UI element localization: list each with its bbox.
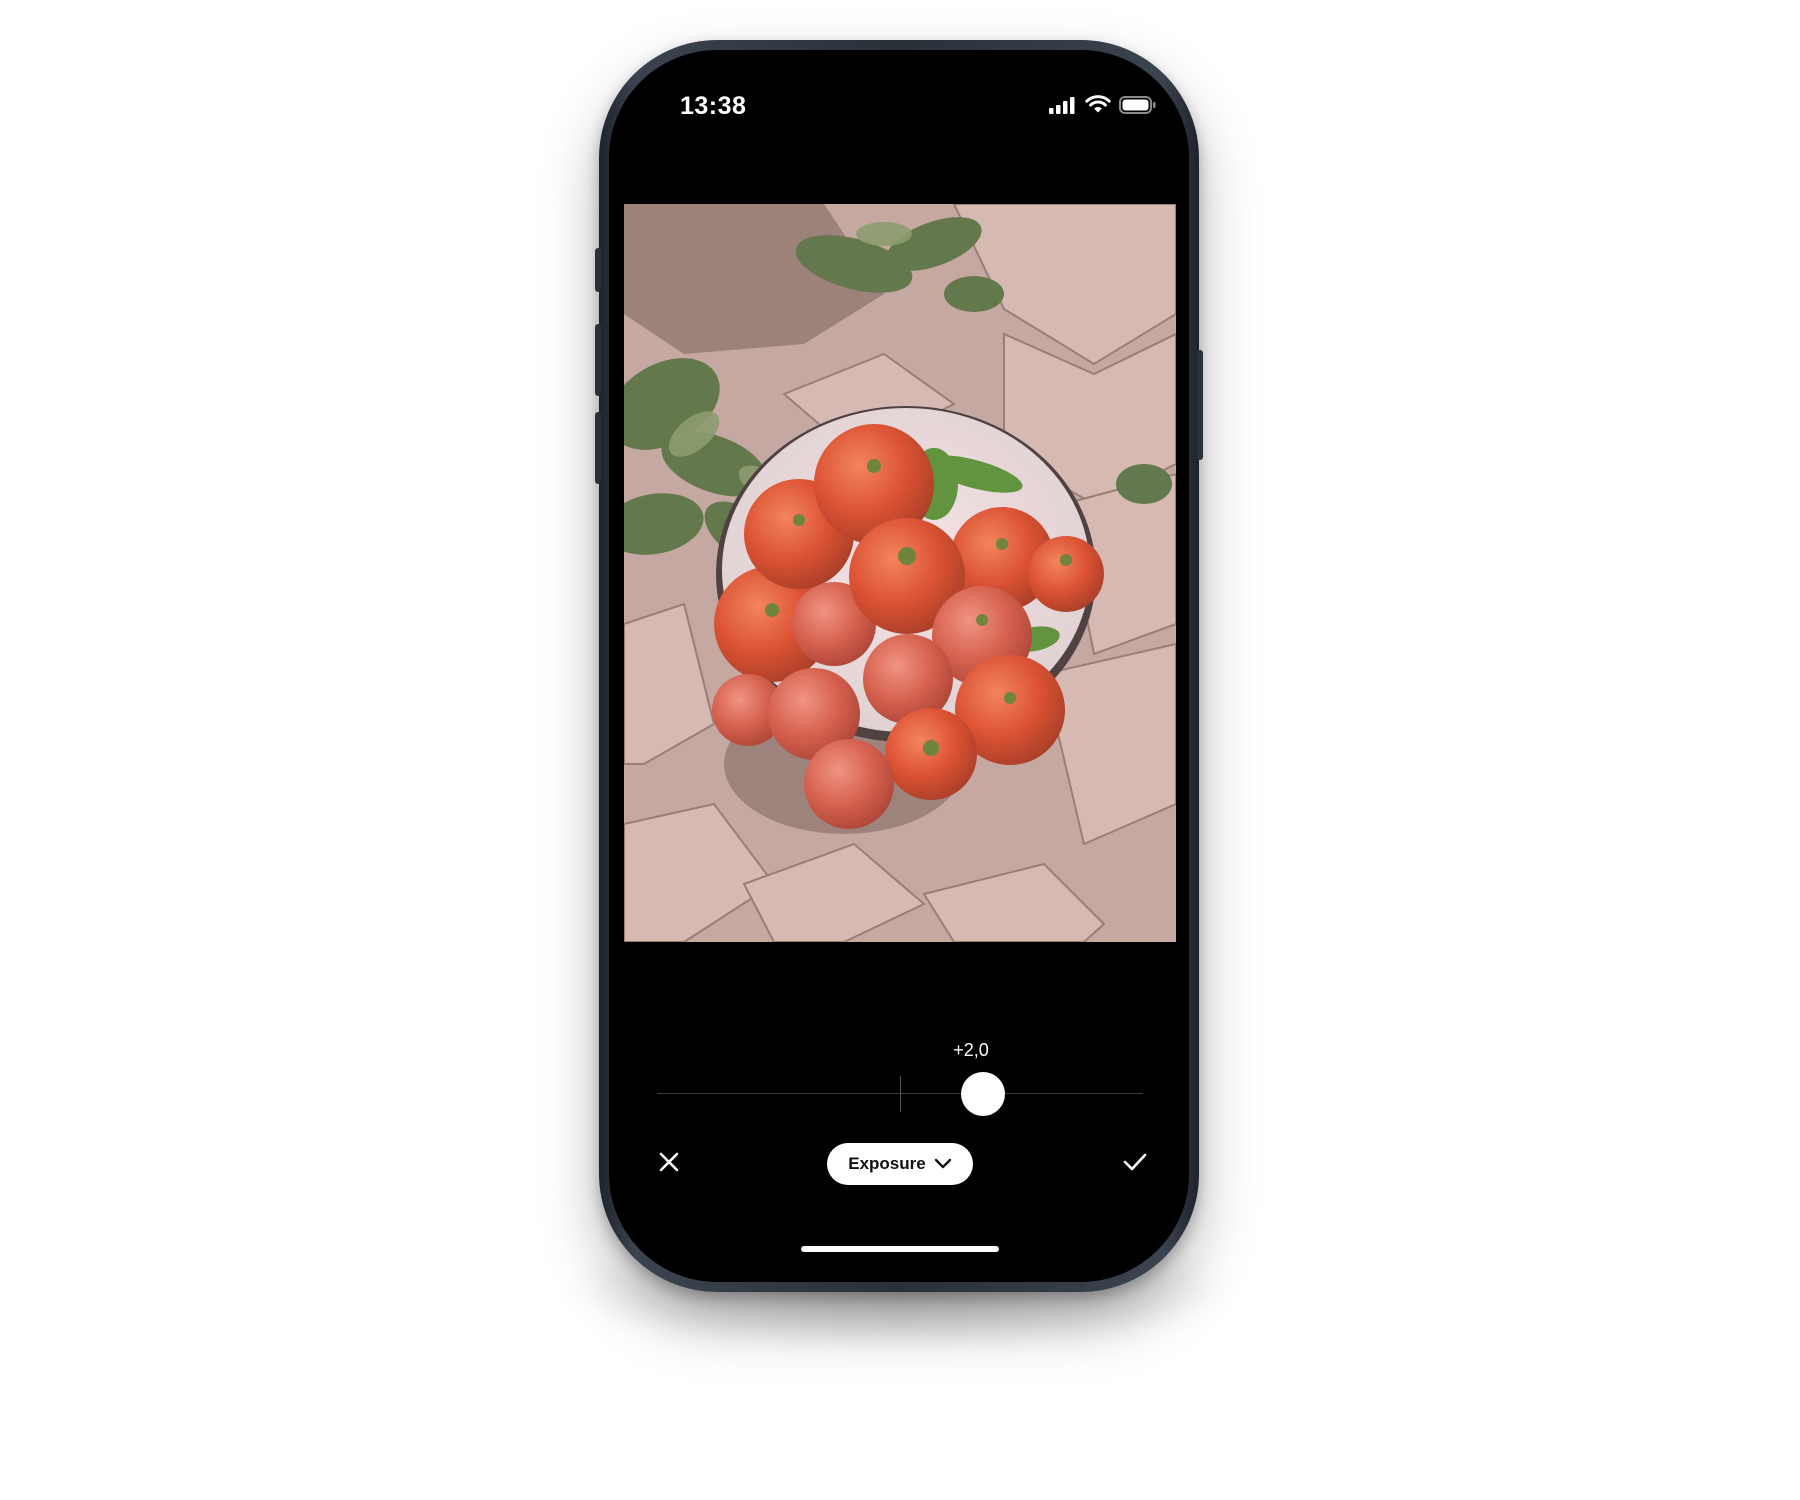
home-indicator[interactable] (801, 1246, 999, 1252)
slider-thumb[interactable] (960, 1072, 1005, 1116)
cellular-signal-icon (1049, 96, 1077, 119)
action-button (595, 248, 601, 292)
phone-screen: 13:38 +2,0 Exposure (609, 50, 1189, 1282)
power-button (1197, 350, 1203, 460)
edited-photo[interactable] (624, 204, 1176, 942)
exposure-slider[interactable] (657, 1072, 1143, 1116)
chevron-down-icon (934, 1154, 952, 1174)
mockup-stage: 13:38 +2,0 Exposure (0, 0, 1800, 1500)
adjustment-tool-dropdown[interactable]: Exposure (827, 1143, 973, 1185)
status-icons (1049, 95, 1157, 120)
cancel-button[interactable] (649, 1144, 689, 1184)
checkmark-icon (1122, 1151, 1148, 1178)
wifi-icon (1085, 95, 1111, 119)
volume-up-button (595, 324, 601, 396)
phone-frame: 13:38 +2,0 Exposure (595, 40, 1203, 1292)
close-icon (658, 1151, 680, 1178)
battery-icon (1119, 95, 1157, 120)
adjustment-value: +2,0 (953, 1040, 989, 1060)
adjustment-tool-label: Exposure (848, 1154, 926, 1173)
volume-down-button (595, 412, 601, 484)
slider-center-mark (900, 1076, 901, 1112)
status-time: 13:38 (680, 92, 747, 120)
confirm-button[interactable] (1115, 1144, 1155, 1184)
